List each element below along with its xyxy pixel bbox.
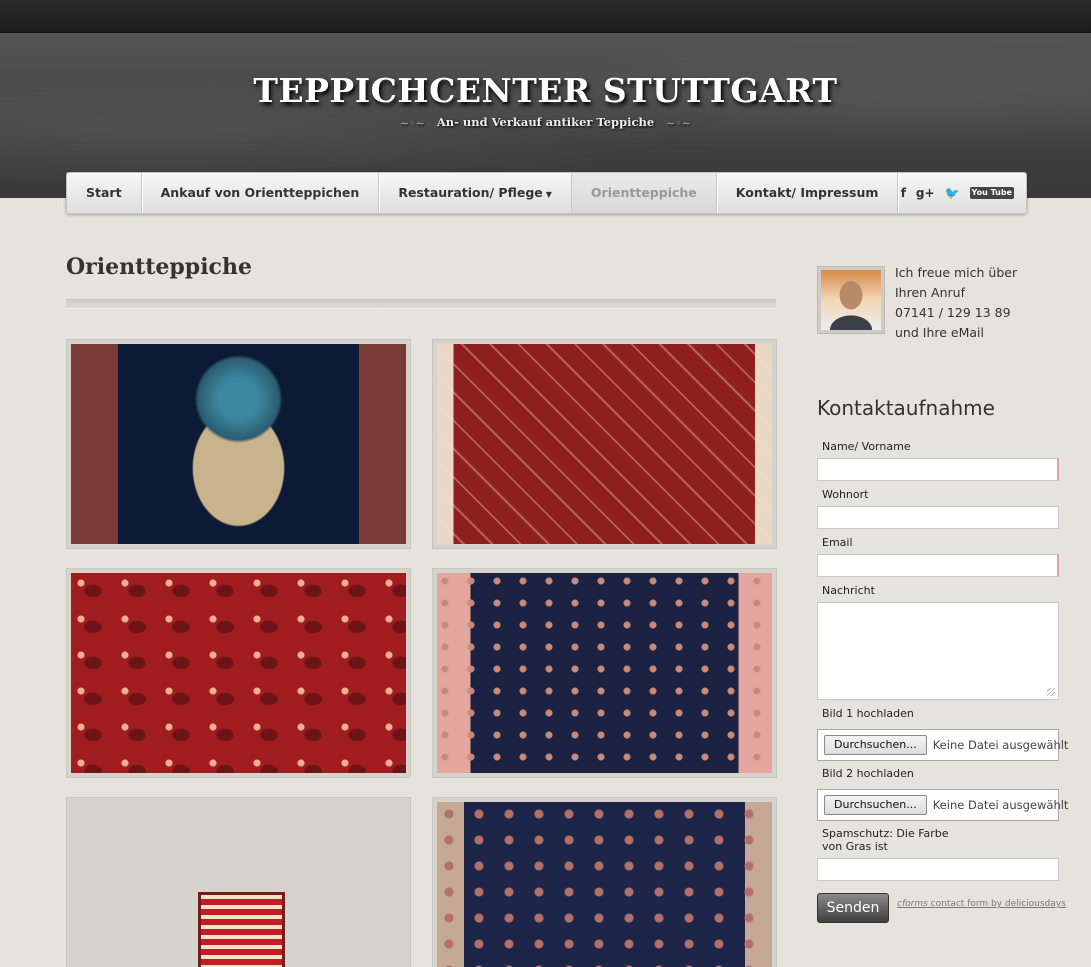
site-title[interactable]: TEPPICHCENTER STUTTGART xyxy=(0,71,1091,110)
name-field[interactable] xyxy=(817,458,1059,481)
youtube-icon[interactable]: You Tube xyxy=(969,187,1014,199)
caret-down-icon: ▼ xyxy=(545,190,552,199)
nav-item-label: Restauration/ Pflege xyxy=(398,185,543,200)
nav-item-kontakt[interactable]: Kontakt/ Impressum xyxy=(717,173,899,213)
nav-item-orientteppiche[interactable]: Orientteppiche xyxy=(571,173,717,213)
cforms-credit-link[interactable]: cforms contact form by deliciousdays xyxy=(897,899,1066,909)
name-label: Name/ Vorname xyxy=(822,440,911,453)
carpet-image xyxy=(437,573,772,773)
nachricht-label: Nachricht xyxy=(822,584,875,597)
call-line: Ihren Anruf xyxy=(895,285,965,300)
call-line: Ich freue mich über xyxy=(895,265,1018,280)
bild2-file-input: Durchsuchen... Keine Datei ausgewählt xyxy=(817,789,1068,821)
spam-label-line: von Gras ist xyxy=(822,840,888,853)
call-info: Ich freue mich über Ihren Anruf 07141 / … xyxy=(895,263,1017,343)
carpet-image xyxy=(437,344,772,544)
carpet-image xyxy=(71,573,406,773)
facebook-icon[interactable]: f xyxy=(901,186,906,200)
avatar-photo xyxy=(821,270,881,330)
phone-number: 07141 / 129 13 89 xyxy=(895,305,1011,320)
bild2-label: Bild 2 hochladen xyxy=(822,767,914,780)
ornament-icon: ~◦~ xyxy=(399,116,425,130)
nav-item-ankauf[interactable]: Ankauf von Orientteppichen xyxy=(142,173,380,213)
page-title: Orientteppiche xyxy=(66,254,252,280)
email-field[interactable] xyxy=(817,554,1059,577)
bild1-file-input: Durchsuchen... Keine Datei ausgewählt xyxy=(817,729,1068,761)
send-button[interactable]: Senden xyxy=(817,893,889,923)
wohnort-label: Wohnort xyxy=(822,488,869,501)
gallery-item[interactable] xyxy=(432,797,777,967)
gallery-item[interactable] xyxy=(66,797,411,967)
main-nav: Start Ankauf von Orientteppichen Restaur… xyxy=(66,172,1027,214)
gallery-item[interactable] xyxy=(432,339,777,549)
credit-text: contact form by deliciousdays xyxy=(930,899,1066,909)
avatar xyxy=(817,266,885,334)
gallery-item[interactable] xyxy=(66,568,411,778)
site-subtitle: ~◦~ An- und Verkauf antiker Teppiche ~◦~ xyxy=(0,115,1091,130)
ornament-icon: ~◦~ xyxy=(666,116,692,130)
social-links: f g+ 🐦 You Tube xyxy=(901,173,1014,213)
gallery-item[interactable] xyxy=(66,339,411,549)
spam-field[interactable] xyxy=(817,858,1059,881)
spam-label: Spamschutz: Die Farbe von Gras ist xyxy=(822,827,949,853)
wohnort-field[interactable] xyxy=(817,506,1059,529)
nav-item-start[interactable]: Start xyxy=(67,173,142,213)
bild1-file-status: Keine Datei ausgewählt xyxy=(932,738,1069,752)
carpet-image xyxy=(71,802,406,967)
google-plus-icon[interactable]: g+ xyxy=(916,186,935,200)
bild1-browse-button[interactable]: Durchsuchen... xyxy=(824,735,927,755)
carpet-image xyxy=(71,344,406,544)
carpet-image xyxy=(437,802,772,967)
site-subtitle-text: An- und Verkauf antiker Teppiche xyxy=(436,115,655,129)
nachricht-textarea[interactable] xyxy=(817,602,1059,700)
bild2-browse-button[interactable]: Durchsuchen... xyxy=(824,795,927,815)
top-bar xyxy=(0,0,1091,33)
bild2-file-status: Keine Datei ausgewählt xyxy=(932,798,1069,812)
nav-item-restauration[interactable]: Restauration/ Pflege ▼ xyxy=(379,173,572,213)
bild1-label: Bild 1 hochladen xyxy=(822,707,914,720)
twitter-icon[interactable]: 🐦 xyxy=(945,186,960,200)
contact-form-heading: Kontaktaufnahme xyxy=(817,396,995,420)
title-divider xyxy=(66,299,776,309)
call-line: und Ihre eMail xyxy=(895,325,984,340)
spam-label-line: Spamschutz: Die Farbe xyxy=(822,827,949,840)
email-label: Email xyxy=(822,536,853,549)
credit-brand: cforms xyxy=(897,899,928,909)
gallery-item[interactable] xyxy=(432,568,777,778)
